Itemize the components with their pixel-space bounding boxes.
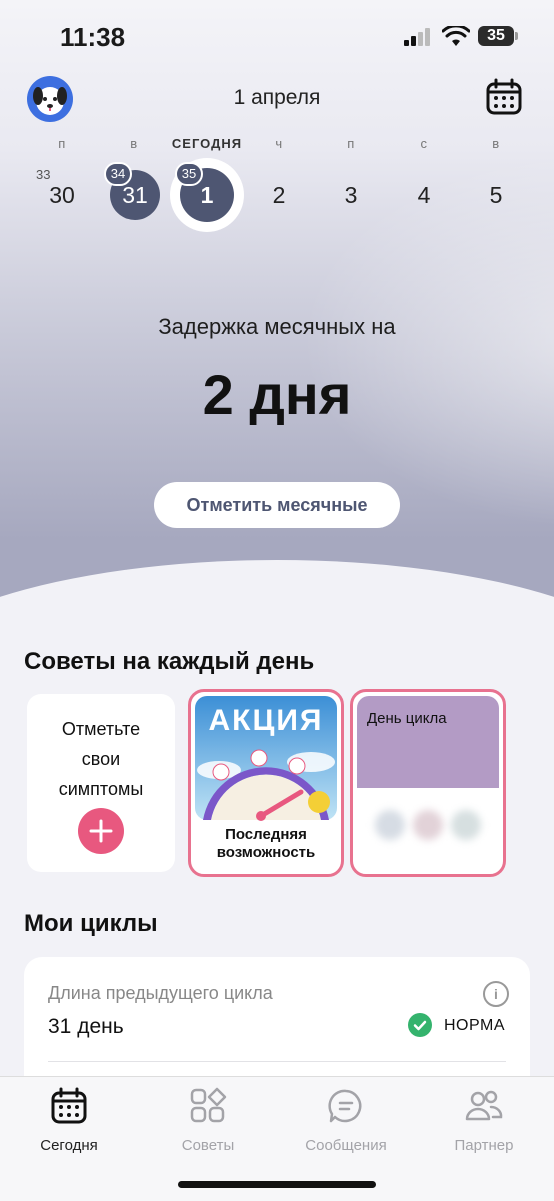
cycles-section-title: Мои циклы [24,910,158,937]
wifi-icon [442,26,470,46]
previous-cycle-value: 31 день [48,1015,124,1038]
tab-label: Советы [181,1137,235,1154]
info-icon[interactable]: i [483,981,509,1007]
mark-period-button[interactable]: Отметить месячные [154,482,400,528]
promo-story-card[interactable]: АКЦИЯ Последняя возможность [188,689,344,877]
cycle-day-badge: 35 [175,162,203,186]
weekday-label: в [130,136,138,151]
status-time: 11:38 [60,22,126,52]
chat-icon [328,1089,362,1123]
cycle-status-text: НОРМА [444,1017,505,1034]
cycle-day-number: 33 [36,167,51,182]
weekday-label-today: СЕГОДНЯ [171,136,243,151]
cellular-signal-icon [404,28,434,46]
tab-messages[interactable]: Сообщения [286,1087,406,1154]
hero-curve [0,560,554,600]
blurred-preview [357,788,499,868]
tab-label: Партнер [454,1137,514,1154]
battery-icon: 35 [478,26,518,46]
weekday-label: п [58,136,66,151]
weekday-label: с [420,136,428,151]
delay-value: 2 дня [202,363,352,426]
cycle-day-badge: 34 [104,162,132,186]
day-cell[interactable]: 2 [254,170,304,220]
cycle-day-story-card[interactable]: День цикла [350,689,506,877]
tab-label: Сообщения [305,1137,387,1154]
promo-caption: Последняя возможность [216,826,316,861]
grid-shapes-icon [190,1087,227,1123]
header-date[interactable]: 1 апреля [0,86,554,110]
home-indicator [178,1181,376,1188]
symptoms-card-text: Отметьте свои симптомы [58,719,144,799]
divider [48,1061,506,1062]
day-cell[interactable]: 5 [471,170,521,220]
day-cell[interactable]: 3 [326,170,376,220]
delay-label: Задержка месячных на [158,314,396,339]
add-symptom-button[interactable] [78,808,124,854]
tab-today[interactable]: Сегодня [9,1087,129,1154]
weekday-label: ч [275,136,283,151]
week-strip: п в СЕГОДНЯ ч п с в 30 31 1 2 3 4 5 33 3… [0,130,554,230]
promo-badge: АКЦИЯ [208,704,324,737]
cycle-day-card-title: День цикла [367,710,447,727]
check-icon [408,1013,432,1037]
tips-section-title: Советы на каждый день [24,648,315,675]
day-cell[interactable]: 4 [399,170,449,220]
status-bar: 11:38 35 [0,0,554,76]
tab-tips[interactable]: Советы [148,1087,268,1154]
plus-icon [89,819,113,843]
calendar-icon[interactable] [484,77,524,117]
tab-label: Сегодня [40,1137,98,1154]
calendar-icon [51,1087,87,1124]
people-icon [465,1090,503,1121]
tab-partner[interactable]: Партнер [424,1087,544,1154]
weekday-label: в [492,136,500,151]
previous-cycle-label: Длина предыдущего цикла [48,983,273,1003]
weekday-label: п [347,136,355,151]
symptoms-card[interactable]: Отметьте свои симптомы [27,694,175,872]
